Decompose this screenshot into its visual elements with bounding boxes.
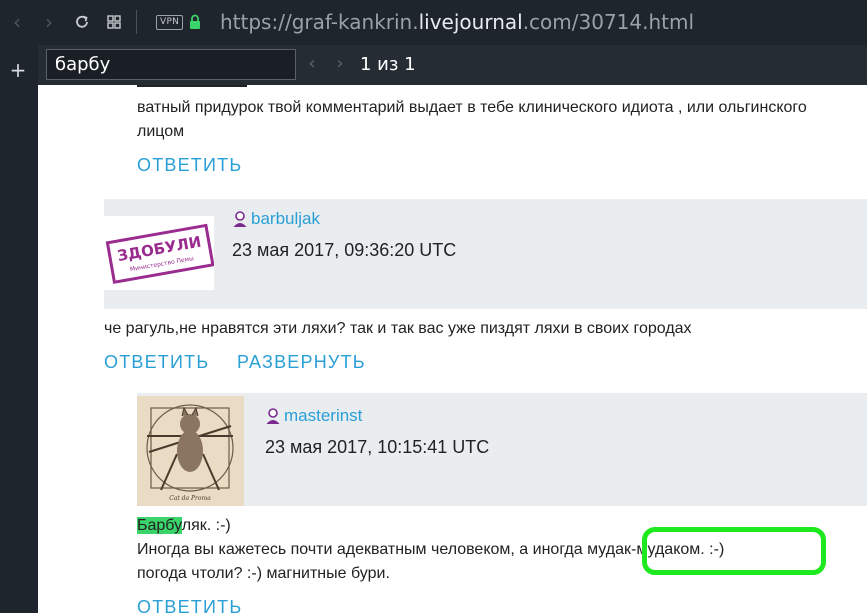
annotation-circle (642, 527, 826, 575)
comment-header (104, 199, 867, 309)
tabs-grid-icon[interactable] (103, 11, 125, 33)
lock-icon (190, 14, 200, 29)
username-link[interactable]: masterinst (284, 406, 362, 426)
url-suffix: .com/30714.html (522, 10, 695, 34)
url-host: livejournal (418, 10, 523, 34)
comment-author[interactable]: barbuljak (232, 209, 320, 229)
toolbar-divider (136, 10, 137, 34)
comment-text: погода чтоли? :-) магнитные бури. (137, 565, 390, 582)
reply-button[interactable]: ОТВЕТИТЬ (137, 153, 242, 177)
user-icon (266, 408, 280, 424)
user-icon (233, 211, 247, 227)
back-icon[interactable]: ‹ (6, 11, 28, 33)
avatar-caption: Cat da Proma (169, 495, 211, 502)
page-content: ватный придурок твой комментарий выдает … (38, 85, 867, 613)
find-input[interactable] (46, 49, 296, 80)
comment-text: лицом (137, 123, 185, 140)
address-bar[interactable]: https://graf-kankrin.livejournal.com/307… (220, 8, 694, 36)
reply-button[interactable]: ОТВЕТИТЬ (104, 350, 209, 374)
comment-text: Барбуляк. :-) (137, 514, 231, 538)
comment-date: 23 мая 2017, 10:15:41 UTC (265, 437, 490, 457)
vpn-badge[interactable]: VPN (156, 15, 184, 30)
url-prefix: https://graf-kankrin. (220, 10, 419, 34)
avatar[interactable]: Cat da Proma (137, 396, 244, 506)
find-match-count: 1 из 1 (360, 54, 416, 75)
chevron-left-icon[interactable]: ‹ (302, 53, 322, 75)
avatar[interactable]: ЗДОБУЛИ Министерство Пемы (104, 216, 214, 290)
comment-text: ватный придурок твой комментарий выдает … (137, 99, 807, 116)
reload-icon[interactable] (71, 11, 93, 33)
reply-button[interactable]: ОТВЕТИТЬ (137, 595, 242, 613)
find-bar: ‹ › 1 из 1 (38, 45, 867, 85)
comment-text-start: Иногда вы кажетесь почти адекватным чело… (137, 541, 588, 558)
comment-text: Иногда вы кажетесь почти адекватным чело… (137, 538, 724, 562)
comment-date: 23 мая 2017, 09:36:20 UTC (232, 240, 457, 260)
comment-text: че рагуль,не нравятся эти ляхи? так и та… (104, 320, 692, 337)
chevron-right-icon[interactable]: › (330, 53, 350, 75)
plus-icon[interactable]: + (8, 59, 28, 81)
browser-toolbar: ‹ › VPN https://graf-kankrin.livejournal… (0, 0, 867, 45)
username-link[interactable]: barbuljak (251, 209, 320, 229)
search-highlight: Барбу (137, 517, 182, 534)
forward-icon[interactable]: › (38, 11, 60, 33)
comment-text-rest: ляк. :-) (181, 517, 231, 534)
comment-header (137, 393, 867, 506)
comment-author[interactable]: masterinst (265, 406, 362, 426)
browser-sidebar: + (0, 45, 38, 613)
expand-button[interactable]: РАЗВЕРНУТЬ (237, 350, 366, 374)
previous-avatar-edge (137, 85, 247, 87)
